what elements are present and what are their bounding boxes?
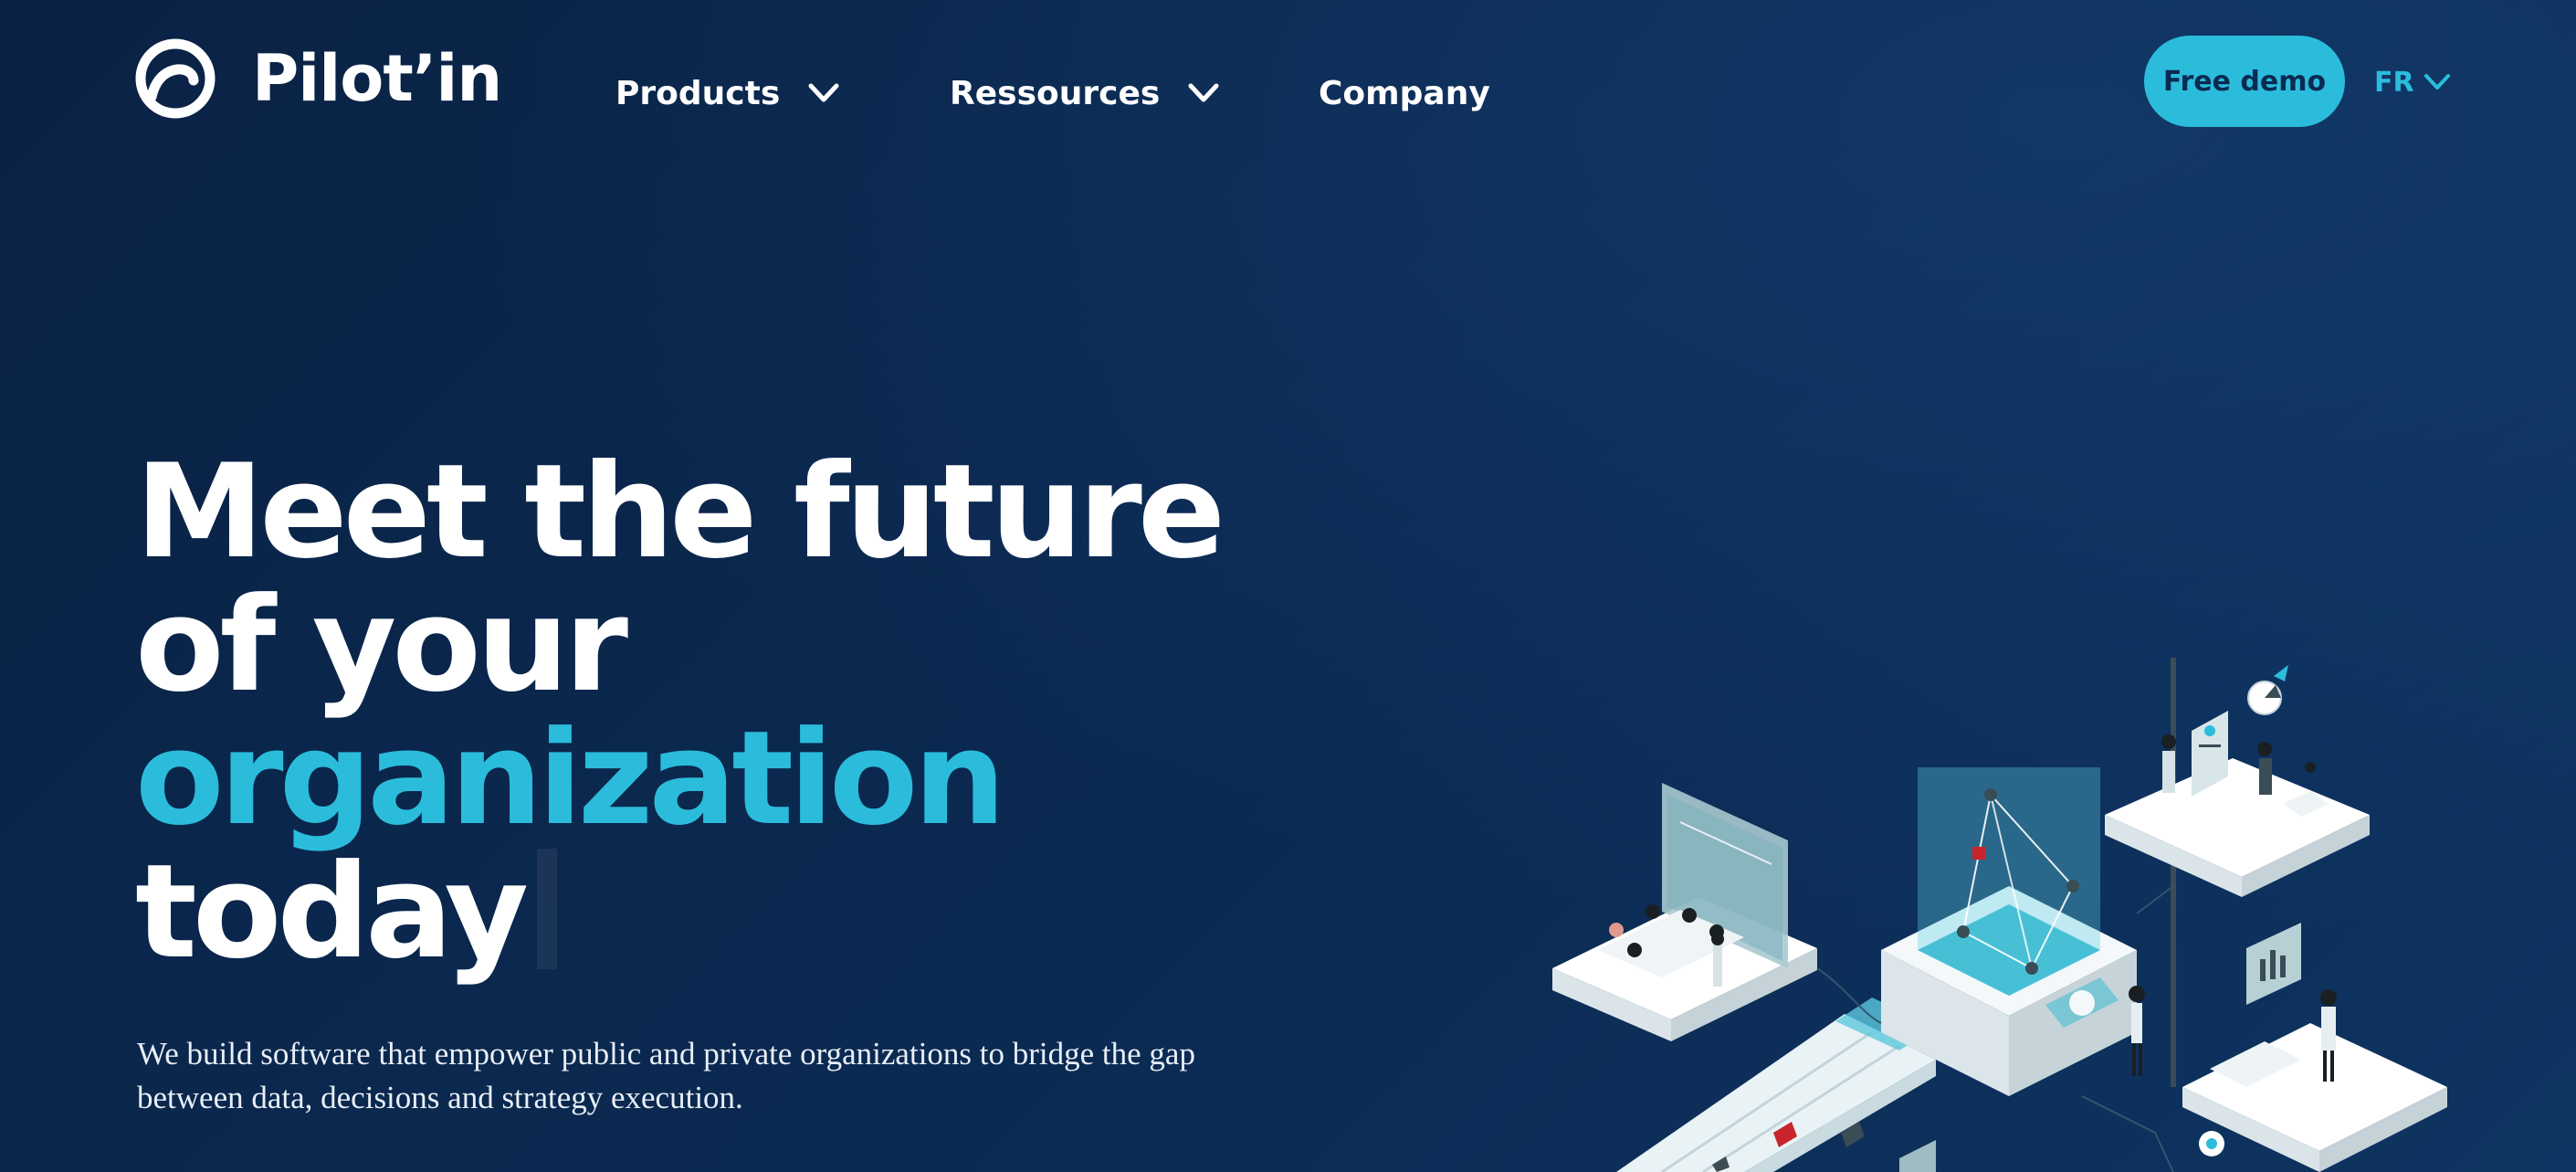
typing-cursor	[537, 849, 558, 969]
left-meeting-platform	[1552, 783, 1817, 1041]
hero-title-line1: Meet the future	[135, 437, 1225, 587]
nav-company-label: Company	[1319, 74, 1490, 112]
hero-title-line4-wrap: today	[135, 846, 1221, 979]
nav-products-label: Products	[615, 74, 781, 112]
nav-resources-label: Ressources	[950, 74, 1161, 112]
free-demo-button[interactable]: Free demo	[2144, 36, 2345, 127]
top-right-platform	[2105, 665, 2370, 897]
top-navigation: Pilot’in Products Ressources Company Fre…	[0, 0, 2576, 164]
isometric-office-illustration	[1552, 658, 2447, 1172]
bottom-right-platform	[2182, 923, 2447, 1172]
chevron-down-icon	[808, 83, 839, 102]
language-selector[interactable]: FR	[2374, 57, 2451, 108]
hero-title-line4: today	[135, 837, 529, 987]
language-label: FR	[2374, 66, 2414, 99]
nav-products[interactable]: Products	[615, 66, 840, 121]
chevron-down-icon	[2424, 74, 2450, 90]
chevron-down-icon	[1188, 83, 1219, 102]
nav-resources[interactable]: Ressources	[950, 66, 1220, 121]
brand-name: Pilot’in	[252, 41, 502, 116]
brand-logo-link[interactable]: Pilot’in	[135, 38, 502, 119]
hero-title: Meet the future of your organization tod…	[135, 437, 1225, 979]
hero-subtitle: We build software that empower public an…	[137, 1036, 1195, 1115]
nav-company[interactable]: Company	[1319, 66, 1490, 121]
central-machine	[1881, 658, 2176, 1096]
hero-title-accent: organization	[135, 703, 1006, 854]
pilotin-logo-icon	[135, 38, 216, 119]
hero-title-line2: of your	[135, 570, 628, 721]
